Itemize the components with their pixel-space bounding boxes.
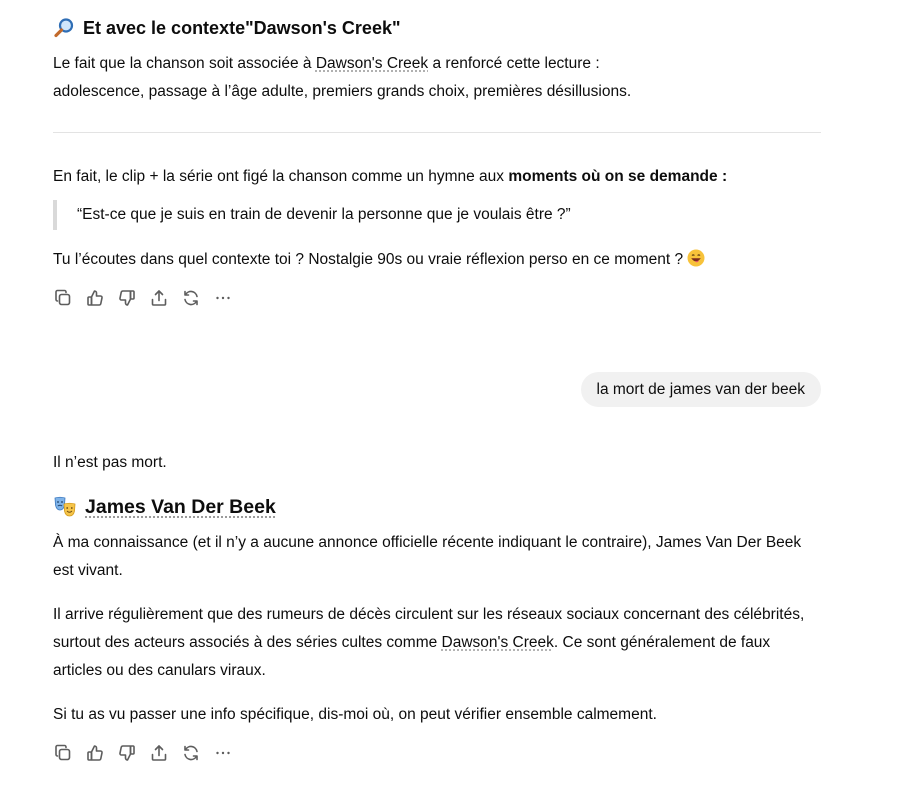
text: . Ce sont généralement de faux	[553, 634, 771, 651]
section-heading-dawsons-creek: Et avec le contexte "Dawson's Creek"	[53, 14, 401, 42]
thumbs-down-icon	[119, 290, 135, 306]
paragraph-question: Tu l’écoutes dans quel contexte toi ? No…	[53, 246, 705, 274]
heading-quoted: "Dawson's Creek"	[245, 17, 401, 38]
theater-masks-icon	[54, 496, 76, 517]
section-heading-james: James Van Der Beek	[53, 492, 276, 522]
text: a renforcé cette lecture :	[428, 55, 600, 72]
thumbs-up-icon	[87, 745, 103, 761]
regenerate-button[interactable]	[181, 288, 201, 308]
paragraph-verify: Si tu as vu passer une info spécifique, …	[53, 706, 657, 723]
blockquote: “Est-ce que je suis en train de devenir …	[53, 200, 817, 230]
thumbs-down-button[interactable]	[117, 743, 137, 763]
thumbs-down-icon	[119, 745, 135, 761]
more-button[interactable]	[213, 743, 233, 763]
text: En fait, le clip + la série ont figé la …	[53, 168, 509, 185]
paragraph-context: Le fait que la chanson soit associée à D…	[53, 50, 631, 106]
copy-icon	[55, 289, 71, 306]
message-actions	[53, 288, 233, 308]
paragraph-line: articles ou des canulars viraux.	[53, 662, 266, 679]
more-button[interactable]	[213, 288, 233, 308]
paragraph-line: À ma connaissance (et il n’y a aucune an…	[53, 534, 802, 551]
grinning-face-icon	[687, 249, 705, 267]
thumbs-up-button[interactable]	[85, 288, 105, 308]
quote-text: “Est-ce que je suis en train de devenir …	[77, 206, 571, 223]
dawsons-creek-link[interactable]: Dawson's Creek	[442, 634, 554, 651]
magnifier-icon	[54, 18, 74, 38]
more-icon	[216, 751, 230, 755]
text: surtout des acteurs associés à des série…	[53, 634, 442, 651]
divider	[53, 132, 821, 133]
copy-icon	[55, 744, 71, 761]
share-button[interactable]	[149, 288, 169, 308]
paragraph-line: est vivant.	[53, 562, 123, 579]
message-actions	[53, 743, 233, 763]
regenerate-icon	[184, 745, 198, 761]
text: Tu l’écoutes dans quel contexte toi ? No…	[53, 251, 684, 268]
text: Le fait que la chanson soit associée à	[53, 55, 316, 72]
copy-button[interactable]	[53, 288, 73, 308]
thumbs-down-button[interactable]	[117, 288, 137, 308]
paragraph-intro: En fait, le clip + la série ont figé la …	[53, 163, 727, 191]
heading-text[interactable]: James Van Der Beek	[85, 496, 276, 519]
share-icon	[151, 290, 167, 306]
copy-button[interactable]	[53, 743, 73, 763]
paragraph-line: Il arrive régulièrement que des rumeurs …	[53, 606, 805, 623]
dawsons-creek-link[interactable]: Dawson's Creek	[316, 55, 428, 72]
paragraph-status: À ma connaissance (et il n’y a aucune an…	[53, 529, 801, 585]
regenerate-icon	[184, 290, 198, 306]
paragraph-rumors: Il arrive régulièrement que des rumeurs …	[53, 601, 804, 685]
paragraph-line: adolescence, passage à l’âge adulte, pre…	[53, 83, 632, 100]
share-button[interactable]	[149, 743, 169, 763]
thumbs-up-button[interactable]	[85, 743, 105, 763]
bold-text: moments où on se demande :	[508, 168, 728, 185]
regenerate-button[interactable]	[181, 743, 201, 763]
reply-opening: Il n’est pas mort.	[53, 454, 167, 471]
heading-prefix: Et avec le contexte	[83, 17, 246, 38]
thumbs-up-icon	[87, 290, 103, 306]
user-message-bubble: la mort de james van der beek	[580, 372, 821, 407]
share-icon	[151, 745, 167, 761]
more-icon	[216, 296, 230, 300]
